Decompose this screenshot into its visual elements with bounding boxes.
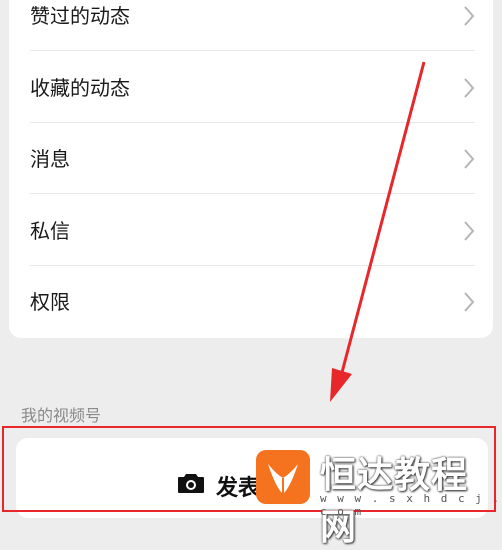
divider xyxy=(30,193,475,194)
menu-item-label: 私信 xyxy=(30,218,70,243)
chevron-right-icon xyxy=(464,291,475,312)
menu-item-label: 收藏的动态 xyxy=(30,75,130,100)
chevron-right-icon xyxy=(464,220,475,241)
menu-item-messages[interactable]: 消息 xyxy=(9,123,493,194)
menu-item-label: 消息 xyxy=(30,146,70,171)
menu-item-private-messages[interactable]: 私信 xyxy=(9,195,493,266)
chevron-right-icon xyxy=(464,5,475,26)
menu-item-label: 权限 xyxy=(30,289,70,314)
watermark-logo-icon xyxy=(256,450,310,504)
chevron-right-icon xyxy=(464,77,475,98)
menu-card: 赞过的动态 收藏的动态 消息 私信 权限 xyxy=(9,0,493,338)
watermark-url: w w w . s x h d c j . c o m xyxy=(320,492,502,518)
menu-item-favorited-moments[interactable]: 收藏的动态 xyxy=(9,52,493,123)
menu-item-liked-moments[interactable]: 赞过的动态 xyxy=(9,0,493,51)
divider xyxy=(30,50,475,51)
menu-item-permissions[interactable]: 权限 xyxy=(9,266,493,337)
section-title-my-channels: 我的视频号 xyxy=(21,406,102,425)
watermark: 恒达教程网 w w w . s x h d c j . c o m xyxy=(254,446,502,548)
chevron-right-icon xyxy=(464,148,475,169)
menu-item-label: 赞过的动态 xyxy=(30,3,130,28)
